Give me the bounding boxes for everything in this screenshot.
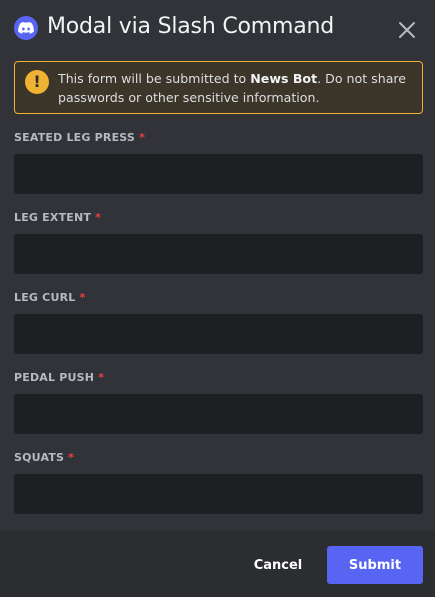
squats-input[interactable] [14, 474, 423, 514]
bot-name: News Bot [250, 71, 318, 86]
warning-icon: ! [25, 70, 49, 94]
modal-header: Modal via Slash Command [0, 0, 435, 56]
warning-notice: ! This form will be submitted to News Bo… [14, 61, 423, 114]
discord-logo-icon [14, 16, 38, 40]
required-asterisk: * [98, 371, 105, 384]
field-label: SEATED LEG PRESS * [14, 131, 146, 144]
leg-extent-input[interactable] [14, 234, 423, 274]
submit-button[interactable]: Submit [327, 546, 423, 584]
required-asterisk: * [139, 131, 146, 144]
required-asterisk: * [68, 451, 75, 464]
required-asterisk: * [95, 211, 102, 224]
modal-footer: Cancel Submit [0, 530, 435, 597]
notice-text: This form will be submitted to News Bot.… [58, 71, 407, 105]
pedal-push-input[interactable] [14, 394, 423, 434]
field-label: PEDAL PUSH * [14, 371, 105, 384]
modal-title: Modal via Slash Command [47, 14, 335, 39]
modal-dialog: Modal via Slash Command ! This form will… [0, 0, 435, 597]
required-asterisk: * [79, 291, 86, 304]
field-label: LEG CURL * [14, 291, 86, 304]
close-icon[interactable] [395, 18, 419, 42]
seated-leg-press-input[interactable] [14, 154, 423, 194]
leg-curl-input[interactable] [14, 314, 423, 354]
field-label: LEG EXTENT * [14, 211, 102, 224]
cancel-button[interactable]: Cancel [240, 546, 316, 584]
field-label: SQUATS * [14, 451, 75, 464]
